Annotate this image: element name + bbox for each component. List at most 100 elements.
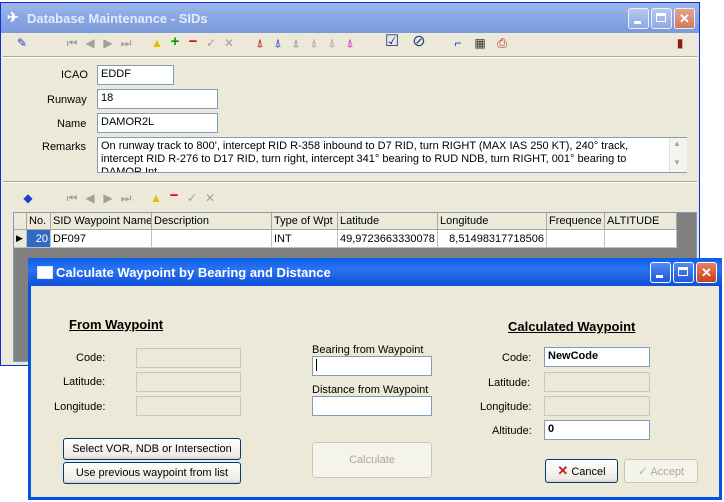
cell-type[interactable]: INT <box>272 230 338 248</box>
app-icon: ✈ <box>7 9 19 25</box>
scroll-up-icon[interactable]: ▲ <box>673 139 681 148</box>
insert-icon[interactable]: ▲ <box>150 36 164 50</box>
detail-prior-icon[interactable]: ◀ <box>83 191 97 205</box>
route-icon[interactable]: ⌐ <box>451 36 465 50</box>
select-vor-ndb-button[interactable]: Select VOR, NDB or Intersection <box>63 438 241 460</box>
bell-red-icon[interactable]: ⍋ <box>253 36 267 50</box>
icao-field[interactable]: EDDF <box>97 65 174 85</box>
calculator-icon[interactable]: ▦ <box>473 36 487 50</box>
cancel-icon: ✕ <box>557 463 569 478</box>
form-divider <box>3 181 697 183</box>
cell-description[interactable] <box>152 230 272 248</box>
dialog-maximize-button[interactable] <box>673 262 694 283</box>
maximize-icon <box>656 13 666 22</box>
calc-code-field[interactable]: NewCode <box>544 347 650 367</box>
grid-header-longitude[interactable]: Longitude <box>438 213 547 230</box>
calculate-button[interactable]: Calculate <box>312 442 432 478</box>
delete-icon[interactable]: − <box>186 34 200 49</box>
text-cursor <box>316 359 317 371</box>
name-field[interactable]: DAMOR2L <box>97 113 218 133</box>
first-record-icon[interactable]: ⏮ <box>65 36 79 50</box>
name-label: Name <box>57 118 87 130</box>
from-longitude-label: Longitude: <box>54 401 106 413</box>
main-toolbar: ✎ ⏮ ◀ ▶ ⏭ ▲ + − ✓ ✕ ⍋ ⍋ ⍋ ⍋ ⍋ ⍋ ☑ ⊘ ⌐ ▦ … <box>5 33 695 55</box>
grid-header-description[interactable]: Description <box>152 213 272 230</box>
calculated-waypoint-heading: Calculated Waypoint <box>508 319 636 334</box>
maximize-button[interactable] <box>651 8 672 29</box>
check-list-icon[interactable]: ☑ <box>383 34 401 53</box>
cancel-button[interactable]: ✕ Cancel <box>545 459 618 483</box>
add-icon[interactable]: + <box>168 34 182 49</box>
cancel-edit-icon[interactable]: ✕ <box>222 36 236 50</box>
dialog-close-button[interactable]: ✕ <box>696 262 717 283</box>
runway-label: Runway <box>47 94 87 106</box>
detail-first-icon[interactable]: ⏮ <box>65 191 79 205</box>
bell-magenta-icon[interactable]: ⍋ <box>343 36 357 50</box>
bearing-input[interactable] <box>312 356 432 376</box>
exit-door-icon[interactable]: ▮ <box>673 36 687 50</box>
prior-record-icon[interactable]: ◀ <box>83 36 97 50</box>
post-icon[interactable]: ✓ <box>204 36 218 50</box>
dialog-close-icon: ✕ <box>701 265 712 280</box>
bell-gray2-icon[interactable]: ⍋ <box>307 36 321 50</box>
altitude-field[interactable]: 0 <box>544 420 650 440</box>
minimize-icon <box>634 21 641 24</box>
next-record-icon[interactable]: ▶ <box>101 36 115 50</box>
detail-cancel-icon[interactable]: ✕ <box>203 191 217 205</box>
dialog-minimize-button[interactable] <box>650 262 671 283</box>
detail-edit-icon[interactable]: ◆ <box>21 191 35 205</box>
last-record-icon[interactable]: ⏭ <box>119 36 133 50</box>
detail-next-icon[interactable]: ▶ <box>101 191 115 205</box>
accept-button[interactable]: ✓ Accept <box>624 459 698 483</box>
grid-header-type[interactable]: Type of Wpt <box>272 213 338 230</box>
detail-last-icon[interactable]: ⏭ <box>119 191 133 205</box>
detail-insert-icon[interactable]: ▲ <box>149 191 163 205</box>
calculate-dialog: Calculate Waypoint by Bearing and Distan… <box>28 258 722 500</box>
runway-field[interactable]: 18 <box>97 89 218 109</box>
accept-icon: ✓ <box>637 464 648 478</box>
detail-post-icon[interactable]: ✓ <box>185 191 199 205</box>
grid-header-altitude[interactable]: ALTITUDE <box>605 213 677 230</box>
cell-no[interactable]: 20 <box>27 230 51 248</box>
from-longitude-field <box>136 396 241 416</box>
from-code-label: Code: <box>76 352 106 364</box>
grid-header-name[interactable]: SID Waypoint Name <box>51 213 152 230</box>
distance-label: Distance from Waypoint <box>312 384 429 396</box>
accept-label: Accept <box>650 466 685 478</box>
no-entry-icon[interactable]: ⊘ <box>410 34 428 53</box>
from-code-field <box>136 348 241 368</box>
distance-input[interactable] <box>312 396 432 416</box>
cell-latitude[interactable]: 49,9723663330078 <box>338 230 438 248</box>
print-icon[interactable]: ⎙ <box>495 36 509 50</box>
bell-blue-icon[interactable]: ⍋ <box>271 36 285 50</box>
use-previous-waypoint-button[interactable]: Use previous waypoint from list <box>63 462 241 484</box>
calc-longitude-field <box>544 396 650 416</box>
dialog-titlebar[interactable]: Calculate Waypoint by Bearing and Distan… <box>28 258 722 286</box>
dialog-minimize-icon <box>656 275 663 278</box>
grid-header-no[interactable]: No. <box>27 213 51 230</box>
from-latitude-field <box>136 372 241 392</box>
detail-delete-icon[interactable]: − <box>167 188 181 203</box>
cell-name[interactable]: DF097 <box>51 230 152 248</box>
dialog-maximize-icon <box>678 267 688 276</box>
cell-longitude[interactable]: 8,51498317718506 <box>438 230 547 248</box>
remarks-memo[interactable]: On runway track to 800', intercept RID R… <box>97 137 687 173</box>
bell-gray3-icon[interactable]: ⍋ <box>325 36 339 50</box>
bell-gray-icon[interactable]: ⍋ <box>289 36 303 50</box>
main-titlebar[interactable]: ✈ Database Maintenance - SIDs ✕ <box>1 3 699 33</box>
grid-indicator-header <box>14 213 27 230</box>
calc-code-label: Code: <box>502 352 532 364</box>
dialog-title: Calculate Waypoint by Bearing and Distan… <box>56 265 331 280</box>
remarks-scrollbar[interactable]: ▲ ▼ <box>669 138 687 172</box>
remarks-label: Remarks <box>42 141 87 153</box>
bearing-label: Bearing from Waypoint <box>312 344 424 356</box>
cell-frequence[interactable] <box>547 230 605 248</box>
edit-icon[interactable]: ✎ <box>15 36 29 50</box>
scroll-down-icon[interactable]: ▼ <box>673 158 681 167</box>
grid-header-frequence[interactable]: Frequence <box>547 213 605 230</box>
minimize-button[interactable] <box>628 8 649 29</box>
toolbar-divider <box>3 56 697 58</box>
close-button[interactable]: ✕ <box>674 8 695 29</box>
grid-header-latitude[interactable]: Latitude <box>338 213 438 230</box>
cell-altitude[interactable] <box>605 230 677 248</box>
